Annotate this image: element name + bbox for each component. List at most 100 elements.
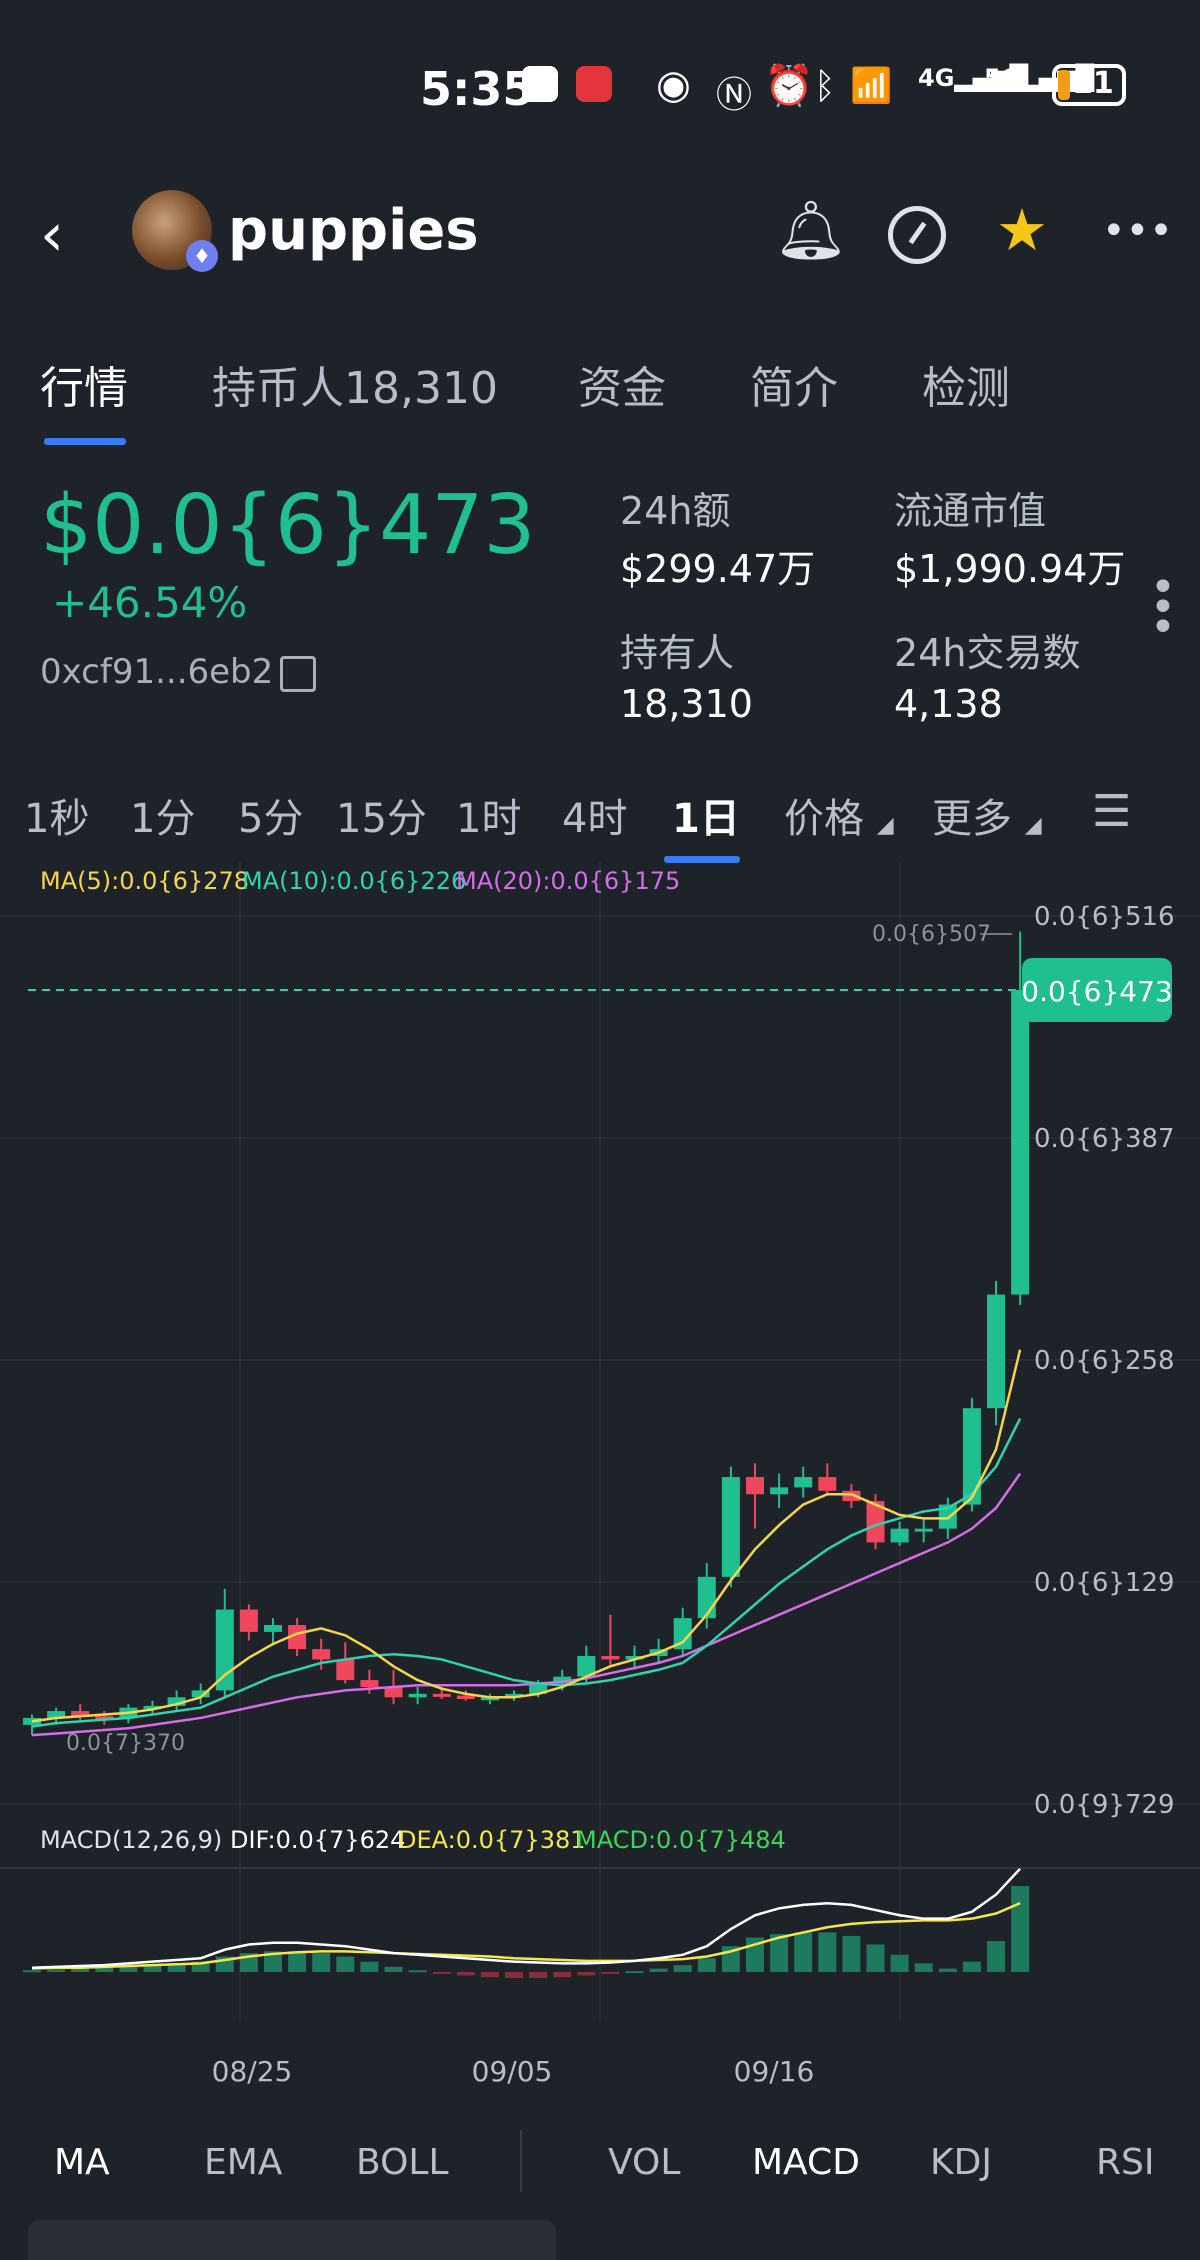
candle-body: [746, 1477, 764, 1495]
ma10-line: [31, 1417, 1022, 1728]
stat-value-24h-volume: $299.47万: [620, 547, 816, 591]
macd-bar: [336, 1956, 355, 1972]
indicator-ma[interactable]: MA: [54, 2142, 110, 2183]
macd-bar: [23, 1970, 41, 1973]
tab-intro[interactable]: 简介: [750, 352, 838, 416]
macd-bar: [432, 1972, 451, 1974]
tab-funds[interactable]: 资金: [578, 352, 666, 416]
ethereum-icon: ♦: [186, 240, 218, 272]
candle-body: [360, 1680, 379, 1687]
interval-1d[interactable]: 1日: [672, 786, 740, 844]
candle-body: [239, 1609, 258, 1632]
more-vertical-icon[interactable]: • • •: [1150, 566, 1176, 650]
macd-bar: [505, 1972, 523, 1979]
indicator-ema[interactable]: EMA: [204, 2142, 282, 2183]
tab-holders[interactable]: 持币人18,310: [212, 352, 498, 416]
macd-bar: [697, 1958, 716, 1972]
macd-title: MACD(12,26,9): [40, 1826, 222, 1854]
macd-bar: [384, 1966, 403, 1972]
status-time: 5:35: [420, 62, 535, 116]
dropdown-triangle-icon: ◢: [876, 813, 894, 838]
interval-1s[interactable]: 1秒: [24, 786, 89, 844]
copy-icon[interactable]: [280, 656, 316, 692]
macd-bar: [71, 1968, 90, 1972]
ma20-legend: MA(20):0.0{6}175: [456, 867, 680, 895]
more-dropdown-label: 更多: [932, 796, 1012, 842]
star-icon[interactable]: ★: [996, 196, 1048, 264]
macd-bar: [866, 1944, 885, 1972]
price-dropdown-label: 价格: [784, 796, 864, 842]
macd-bar: [288, 1951, 307, 1972]
macd-bar: [408, 1970, 427, 1973]
candle-body: [601, 1656, 620, 1660]
gauge-icon[interactable]: [888, 206, 946, 264]
token-name: puppies: [228, 198, 479, 263]
macd-bar: [625, 1971, 644, 1974]
macd-bar: [673, 1965, 692, 1972]
macd-value-legend: MACD:0.0{7}484: [576, 1826, 786, 1854]
status-bar: 5:35 ◉ Ⓝ ⏰ ᛒ 📶 4G▂▄▆█ 5G▂▄▆█ 11: [0, 0, 1200, 180]
interval-1m[interactable]: 1分: [130, 786, 195, 844]
tab-market[interactable]: 行情: [40, 352, 128, 416]
indicator-divider: [520, 2130, 522, 2192]
macd-bar: [914, 1963, 933, 1972]
stat-label-24h-volume: 24h额: [620, 489, 731, 533]
candle-body: [794, 1477, 813, 1488]
high-price-label: 0.0{6}507: [872, 922, 991, 947]
indicator-boll[interactable]: BOLL: [356, 2142, 449, 2183]
eye-icon: ◉: [656, 62, 691, 108]
battery-level: 11: [1072, 66, 1114, 101]
macd-bar: [794, 1932, 813, 1972]
macd-bar: [962, 1961, 981, 1972]
dropdown-triangle-icon: ◢: [1024, 813, 1042, 838]
macd-bar: [818, 1932, 837, 1972]
macd-bar: [938, 1968, 957, 1972]
x-axis: 08/25 09/05 09/16: [212, 2055, 815, 2088]
current-price-tag-label: 0.0{6}473: [1021, 975, 1172, 1008]
interval-4h[interactable]: 4时: [562, 786, 627, 844]
indicator-rsi[interactable]: RSI: [1096, 2142, 1154, 2183]
tab-indicator: [44, 438, 126, 445]
candle-body: [215, 1609, 234, 1691]
macd-bar: [553, 1972, 572, 1978]
interval-15m[interactable]: 15分: [336, 786, 427, 844]
candle-body: [456, 1695, 475, 1700]
candle-body: [432, 1693, 451, 1697]
y-tick-label: 0.0{6}387: [1034, 1124, 1175, 1154]
macd-bar: [456, 1972, 475, 1976]
price-chart[interactable]: MA(5):0.0{6}278 MA(10):0.0{6}226 MA(20):…: [0, 860, 1200, 2100]
current-price: $0.0{6}473: [40, 478, 536, 573]
macd-bar: [529, 1972, 548, 1979]
price-change: +46.54%: [52, 578, 248, 627]
interval-5m[interactable]: 5分: [238, 786, 303, 844]
indicator-vol[interactable]: VOL: [608, 2142, 680, 2183]
price-dropdown[interactable]: 价格 ◢: [784, 786, 894, 844]
contract-address: 0xcf91...6eb2: [40, 652, 274, 692]
ma10-legend: MA(10):0.0{6}226: [242, 867, 466, 895]
macd-bar: [312, 1953, 331, 1972]
candle-body: [408, 1693, 427, 1698]
chart-settings-icon[interactable]: ☰: [1092, 786, 1131, 837]
y-axis: 0.0{6}516 0.0{6}387 0.0{6}258 0.0{6}129 0.0{…: [1034, 902, 1175, 1820]
candle-body: [987, 1294, 1005, 1409]
indicator-macd[interactable]: MACD: [752, 2142, 860, 2183]
y-tick-label: 0.0{6}258: [1034, 1346, 1175, 1376]
y-tick-label: 0.0{6}516: [1034, 902, 1175, 932]
more-dropdown[interactable]: 更多 ◢: [932, 786, 1042, 844]
ma5-legend: MA(5):0.0{6}278: [40, 867, 249, 895]
more-icon[interactable]: •••: [1102, 208, 1173, 254]
tab-check[interactable]: 检测: [922, 352, 1010, 416]
macd-bar: [987, 1941, 1005, 1972]
interval-1h[interactable]: 1时: [456, 786, 521, 844]
indicator-kdj[interactable]: KDJ: [930, 2142, 992, 2183]
bell-icon[interactable]: 🔔︎: [774, 196, 848, 265]
app-icon: [522, 66, 558, 102]
y-tick-label: 0.0{9}729: [1034, 1790, 1175, 1820]
candle-body: [890, 1528, 909, 1543]
back-icon[interactable]: ‹: [40, 200, 64, 270]
macd-bar: [842, 1935, 861, 1972]
bluetooth-icon: ᛒ: [814, 66, 836, 107]
macd-bar: [119, 1966, 138, 1972]
stat-value-24h-trades: 4,138: [894, 682, 1003, 726]
y-tick-label: 0.0{6}129: [1034, 1568, 1175, 1598]
